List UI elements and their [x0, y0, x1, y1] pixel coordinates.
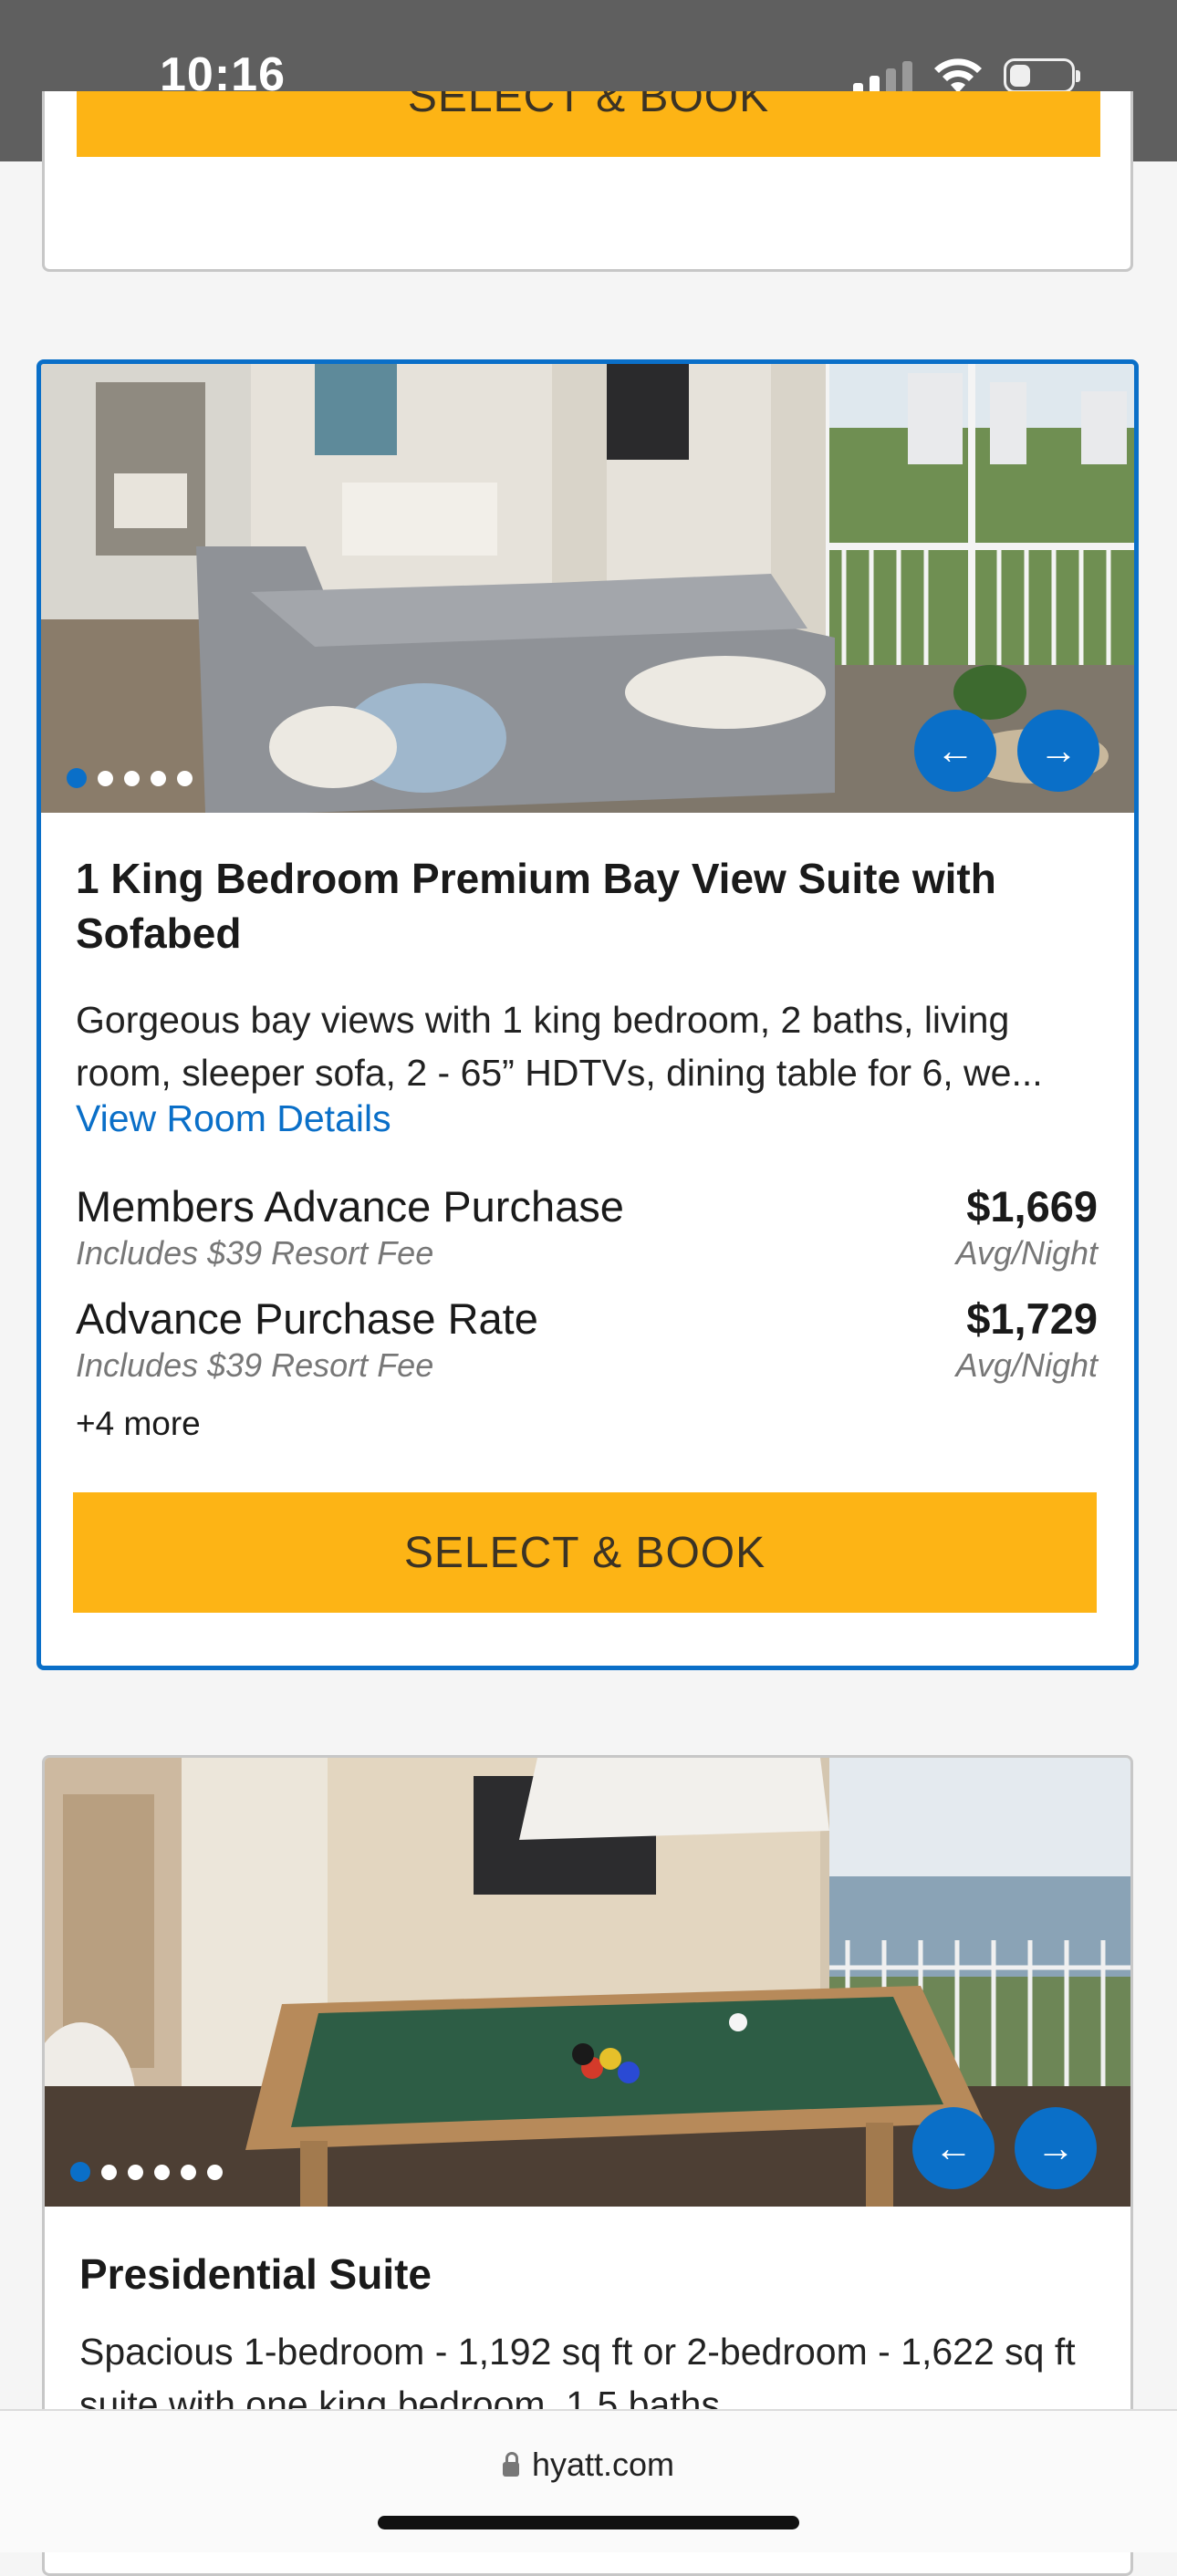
arrow-left-icon: ←: [936, 729, 974, 772]
wifi-icon: [934, 58, 982, 93]
rate-price: $1,669: [966, 1182, 1098, 1231]
rate-price: $1,729: [966, 1294, 1098, 1343]
carousel-next-button[interactable]: →: [1015, 2107, 1097, 2189]
carousel-prev-button[interactable]: ←: [914, 710, 996, 792]
rate-unit: Avg/Night: [955, 1346, 1098, 1384]
cellular-signal-icon: [853, 57, 912, 94]
arrow-left-icon: ←: [934, 2126, 973, 2169]
carousel-dots: [67, 768, 193, 788]
select-book-button[interactable]: SELECT & BOOK: [73, 1492, 1097, 1613]
view-room-details-link[interactable]: View Room Details: [76, 1097, 391, 1140]
rate-name: Members Advance Purchase: [76, 1182, 624, 1231]
carousel-prev-button[interactable]: ←: [912, 2107, 995, 2189]
url-display[interactable]: hyatt.com: [0, 2446, 1177, 2484]
rate-fee: Includes $39 Resort Fee: [76, 1234, 434, 1272]
rate-row[interactable]: Advance Purchase Rate Includes $39 Resor…: [76, 1293, 1098, 1394]
browser-address-bar[interactable]: hyatt.com: [0, 2409, 1177, 2552]
room-title: Presidential Suite: [79, 2250, 432, 2298]
carousel-next-button[interactable]: →: [1017, 710, 1099, 792]
rate-unit: Avg/Night: [955, 1234, 1098, 1272]
rate-row[interactable]: Members Advance Purchase Includes $39 Re…: [76, 1181, 1098, 1282]
room-title: 1 King Bedroom Premium Bay View Suite wi…: [76, 855, 996, 957]
arrow-right-icon: →: [1036, 2126, 1075, 2169]
room-card[interactable]: ← → 1 King Bedroom Premium Bay View Suit…: [36, 359, 1139, 1670]
carousel-dots: [70, 2162, 223, 2182]
url-text: hyatt.com: [531, 2446, 675, 2483]
select-book-button[interactable]: SELECT & BOOK: [77, 91, 1100, 157]
rate-fee: Includes $39 Resort Fee: [76, 1346, 434, 1384]
rate-name: Advance Purchase Rate: [76, 1294, 538, 1343]
room-photo[interactable]: ← →: [45, 1758, 1130, 2207]
room-photo[interactable]: ← →: [41, 364, 1134, 813]
more-rates-link[interactable]: +4 more: [76, 1405, 201, 1443]
room-description: Gorgeous bay views with 1 king bedroom, …: [76, 999, 1043, 1094]
arrow-right-icon: →: [1039, 729, 1078, 772]
previous-room-card: SELECT & BOOK: [42, 91, 1133, 272]
status-icons: [853, 57, 1080, 95]
battery-icon: [1004, 58, 1080, 93]
home-indicator[interactable]: [378, 2516, 799, 2529]
lock-icon: [502, 2452, 519, 2477]
